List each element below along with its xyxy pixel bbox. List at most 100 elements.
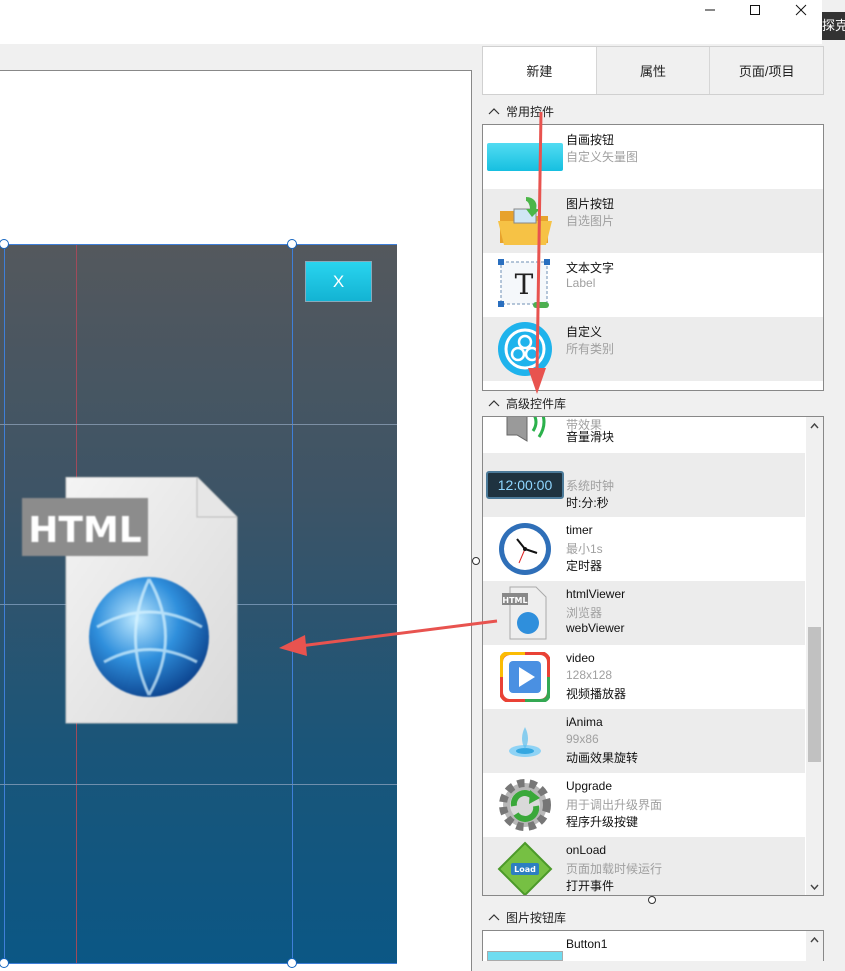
common-controls-list: 自画按钮 自定义矢量图 图片按钮 自选图片 T 文本文字 Label 自定义 所… [482, 124, 824, 391]
svg-text:HTML: HTML [502, 596, 527, 605]
splitter-handle[interactable] [472, 557, 480, 565]
item-name: 音量滑块 [566, 430, 615, 444]
list-item-ianima[interactable]: iAnima 99x86 动画效果旋转 [483, 709, 805, 773]
folder-image-icon [486, 193, 564, 249]
section-header-common[interactable]: 常用控件 [482, 100, 824, 122]
item-name: video [566, 651, 595, 665]
tab-properties[interactable]: 属性 [597, 47, 711, 94]
item-desc: 用于调出升级界面 [566, 798, 663, 812]
scroll-down-arrow-icon[interactable] [806, 878, 823, 895]
item-desc: 128x128 [566, 668, 613, 682]
cyan-button-icon [486, 129, 564, 185]
list-item-custom[interactable]: 自定义 所有类别 [483, 317, 823, 381]
chevron-up-icon [482, 399, 506, 407]
item-name: 图片按钮 [566, 197, 615, 211]
svg-text:T: T [515, 268, 534, 301]
item-desc: 自选图片 [566, 214, 615, 228]
section-title: 高级控件库 [506, 396, 567, 411]
guide-line-horizontal [0, 424, 397, 425]
selection-border-top [0, 244, 397, 245]
title-bar [0, 0, 822, 44]
scroll-up-arrow-icon[interactable] [806, 417, 823, 434]
scroll-thumb[interactable] [808, 627, 821, 762]
list-item-upgrade[interactable]: Upgrade 用于调出升级界面 程序升级按键 [483, 773, 805, 837]
scroll-up-arrow-icon[interactable] [806, 931, 823, 948]
advanced-controls-list: 带效果 音量滑块 12:00:00 系统时钟 时:分:秒 timer 最小1s … [482, 416, 824, 896]
vertical-scrollbar[interactable] [806, 417, 823, 895]
item-name: timer [566, 523, 593, 537]
clock-icon [486, 521, 564, 577]
item-detail: 打开事件 [566, 879, 615, 893]
list-item-html-viewer[interactable]: HTML htmlViewer 浏览器 webViewer [483, 581, 805, 645]
item-detail: 时:分:秒 [566, 496, 609, 510]
item-detail: webViewer [566, 621, 625, 635]
list-item-draw-button[interactable]: 自画按钮 自定义矢量图 [483, 125, 823, 189]
section-header-image-buttons[interactable]: 图片按钮库 [482, 906, 824, 928]
tab-new[interactable]: 新建 [483, 47, 597, 94]
section-title: 常用控件 [506, 104, 555, 119]
item-detail: 动画效果旋转 [566, 751, 639, 765]
list-item-volume-slider[interactable]: 带效果 音量滑块 [483, 417, 805, 453]
list-item-timer[interactable]: timer 最小1s 定时器 [483, 517, 805, 581]
text-label-icon: T [486, 257, 564, 313]
item-name: onLoad [566, 843, 607, 857]
html-viewer-icon[interactable]: HTML [22, 477, 242, 733]
custom-hexagon-icon [486, 321, 564, 377]
panel-tabs: 新建 属性 页面/项目 [482, 46, 824, 95]
edge-window-tag[interactable]: 探克 [822, 12, 845, 40]
selection-border-bottom [0, 963, 397, 964]
item-detail: 定时器 [566, 559, 603, 573]
resize-handle[interactable] [287, 958, 297, 968]
onload-icon: Load [486, 841, 564, 895]
svg-text:Load: Load [514, 865, 536, 874]
chevron-up-icon [482, 913, 506, 921]
item-name: Button1 [566, 937, 608, 951]
toolbox-panel: 新建 属性 页面/项目 常用控件 自画按钮 自定义矢量图 图片按钮 自选图片 T… [482, 44, 824, 961]
item-detail: 程序升级按键 [566, 815, 639, 829]
upgrade-gear-icon [486, 777, 564, 833]
item-name: htmlViewer [566, 587, 626, 601]
close-icon [795, 4, 807, 16]
cyan-button-icon [486, 951, 564, 961]
tab-page-project[interactable]: 页面/项目 [710, 47, 823, 94]
chevron-up-icon [482, 107, 506, 115]
list-item-video[interactable]: video 128x128 视频播放器 [483, 645, 805, 709]
close-window-button[interactable] [778, 0, 824, 20]
item-desc: 所有类别 [566, 342, 615, 356]
list-item-text-label[interactable]: T 文本文字 Label [483, 253, 823, 317]
clock-display-icon: 12:00:00 [486, 457, 564, 513]
item-desc: Label [566, 276, 596, 290]
vertical-scrollbar[interactable] [806, 931, 823, 961]
minimize-button[interactable] [687, 0, 733, 20]
minimize-icon [705, 9, 715, 11]
maximize-icon [750, 5, 760, 15]
page-frame: X HTML [0, 70, 472, 971]
list-item-system-clock[interactable]: 12:00:00 系统时钟 时:分:秒 [483, 453, 805, 517]
image-buttons-list: Button1 [482, 930, 824, 961]
item-desc: 最小1s [566, 542, 603, 556]
section-title: 图片按钮库 [506, 910, 567, 925]
splitter-handle[interactable] [648, 896, 656, 904]
resize-handle[interactable] [0, 239, 9, 249]
item-desc: 浏览器 [566, 606, 603, 620]
section-header-advanced[interactable]: 高级控件库 [482, 392, 824, 414]
item-desc: 99x86 [566, 732, 599, 746]
list-item-button1[interactable]: Button1 [483, 931, 805, 961]
item-desc: 系统时钟 [566, 479, 615, 493]
list-item-onload[interactable]: Load onLoad 页面加载时候运行 打开事件 [483, 837, 805, 895]
animation-icon [486, 713, 564, 769]
close-x-button[interactable]: X [305, 261, 372, 302]
guide-line-horizontal [0, 784, 397, 785]
item-name: iAnima [566, 715, 603, 729]
design-surface[interactable]: X HTML [0, 239, 397, 968]
list-item-image-button[interactable]: 图片按钮 自选图片 [483, 189, 823, 253]
html-icon-label: HTML [28, 510, 141, 551]
resize-handle[interactable] [0, 958, 9, 968]
video-play-icon [486, 649, 564, 705]
item-desc: 自定义矢量图 [566, 150, 639, 164]
html-file-icon: HTML [486, 585, 564, 641]
maximize-button[interactable] [732, 0, 778, 20]
item-desc: 页面加载时候运行 [566, 862, 663, 876]
item-name: 文本文字 [566, 261, 615, 275]
resize-handle[interactable] [287, 239, 297, 249]
